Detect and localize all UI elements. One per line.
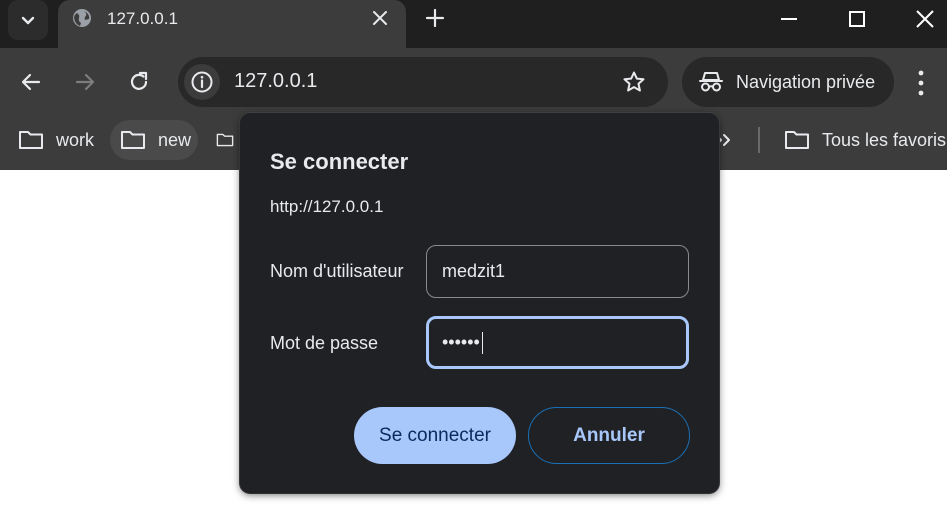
minimize-icon[interactable] [778, 8, 800, 30]
dialog-origin: http://127.0.0.1 [270, 197, 384, 216]
bookmarks-separator [758, 127, 760, 153]
folder-icon [121, 131, 145, 149]
site-info-button[interactable] [184, 64, 220, 100]
username-field[interactable]: medzit1 [426, 245, 689, 298]
password-field[interactable]: •••••• [426, 316, 689, 369]
all-bookmarks-label: Tous les favoris [822, 129, 947, 150]
folder-icon [785, 131, 809, 149]
incognito-label: Navigation privée [736, 72, 876, 92]
all-bookmarks-folder[interactable]: Tous les favoris [774, 120, 947, 160]
close-window-icon[interactable] [914, 8, 936, 30]
chevron-down-icon [21, 16, 35, 25]
new-tab-icon[interactable] [424, 7, 446, 29]
folder-icon [216, 133, 234, 147]
password-value: •••••• [442, 332, 480, 352]
dialog-title: Se connecter [270, 149, 409, 174]
close-tab-icon[interactable] [370, 8, 390, 28]
sign-in-button[interactable]: Se connecter [354, 407, 516, 464]
bookmark-folder-work[interactable]: work [8, 120, 104, 160]
bookmark-star-icon[interactable] [622, 70, 646, 94]
reload-icon[interactable] [126, 69, 152, 95]
username-value: medzit1 [442, 261, 506, 281]
tab-title: 127.0.0.1 [107, 9, 178, 28]
globe-icon [73, 9, 91, 27]
address-text: 127.0.0.1 [234, 70, 318, 92]
forward-icon[interactable] [72, 69, 98, 95]
tab-search-button[interactable] [8, 0, 48, 40]
more-menu-icon[interactable] [916, 68, 926, 98]
bookmark-folder-new[interactable]: new [110, 120, 198, 160]
browser-toolbar: 127.0.0.1 Navigation privée [0, 48, 947, 116]
address-bar[interactable]: 127.0.0.1 [178, 57, 668, 107]
bookmark-label: new [158, 129, 192, 150]
username-label: Nom d'utilisateur [270, 261, 404, 281]
incognito-profile-button[interactable]: Navigation privée [682, 57, 894, 107]
password-label: Mot de passe [270, 333, 379, 353]
back-icon[interactable] [18, 69, 44, 95]
text-caret [481, 332, 483, 355]
incognito-icon [699, 72, 723, 92]
tab-strip: 127.0.0.1 [0, 0, 947, 48]
bookmark-label: work [56, 129, 95, 150]
folder-icon [19, 131, 43, 149]
browser-tab[interactable]: 127.0.0.1 [58, 0, 406, 48]
maximize-icon[interactable] [846, 8, 868, 30]
sign-in-dialog: Se connecter http://127.0.0.1 Nom d'util… [240, 113, 719, 493]
cancel-button[interactable]: Annuler [528, 407, 690, 464]
info-icon [191, 71, 213, 93]
